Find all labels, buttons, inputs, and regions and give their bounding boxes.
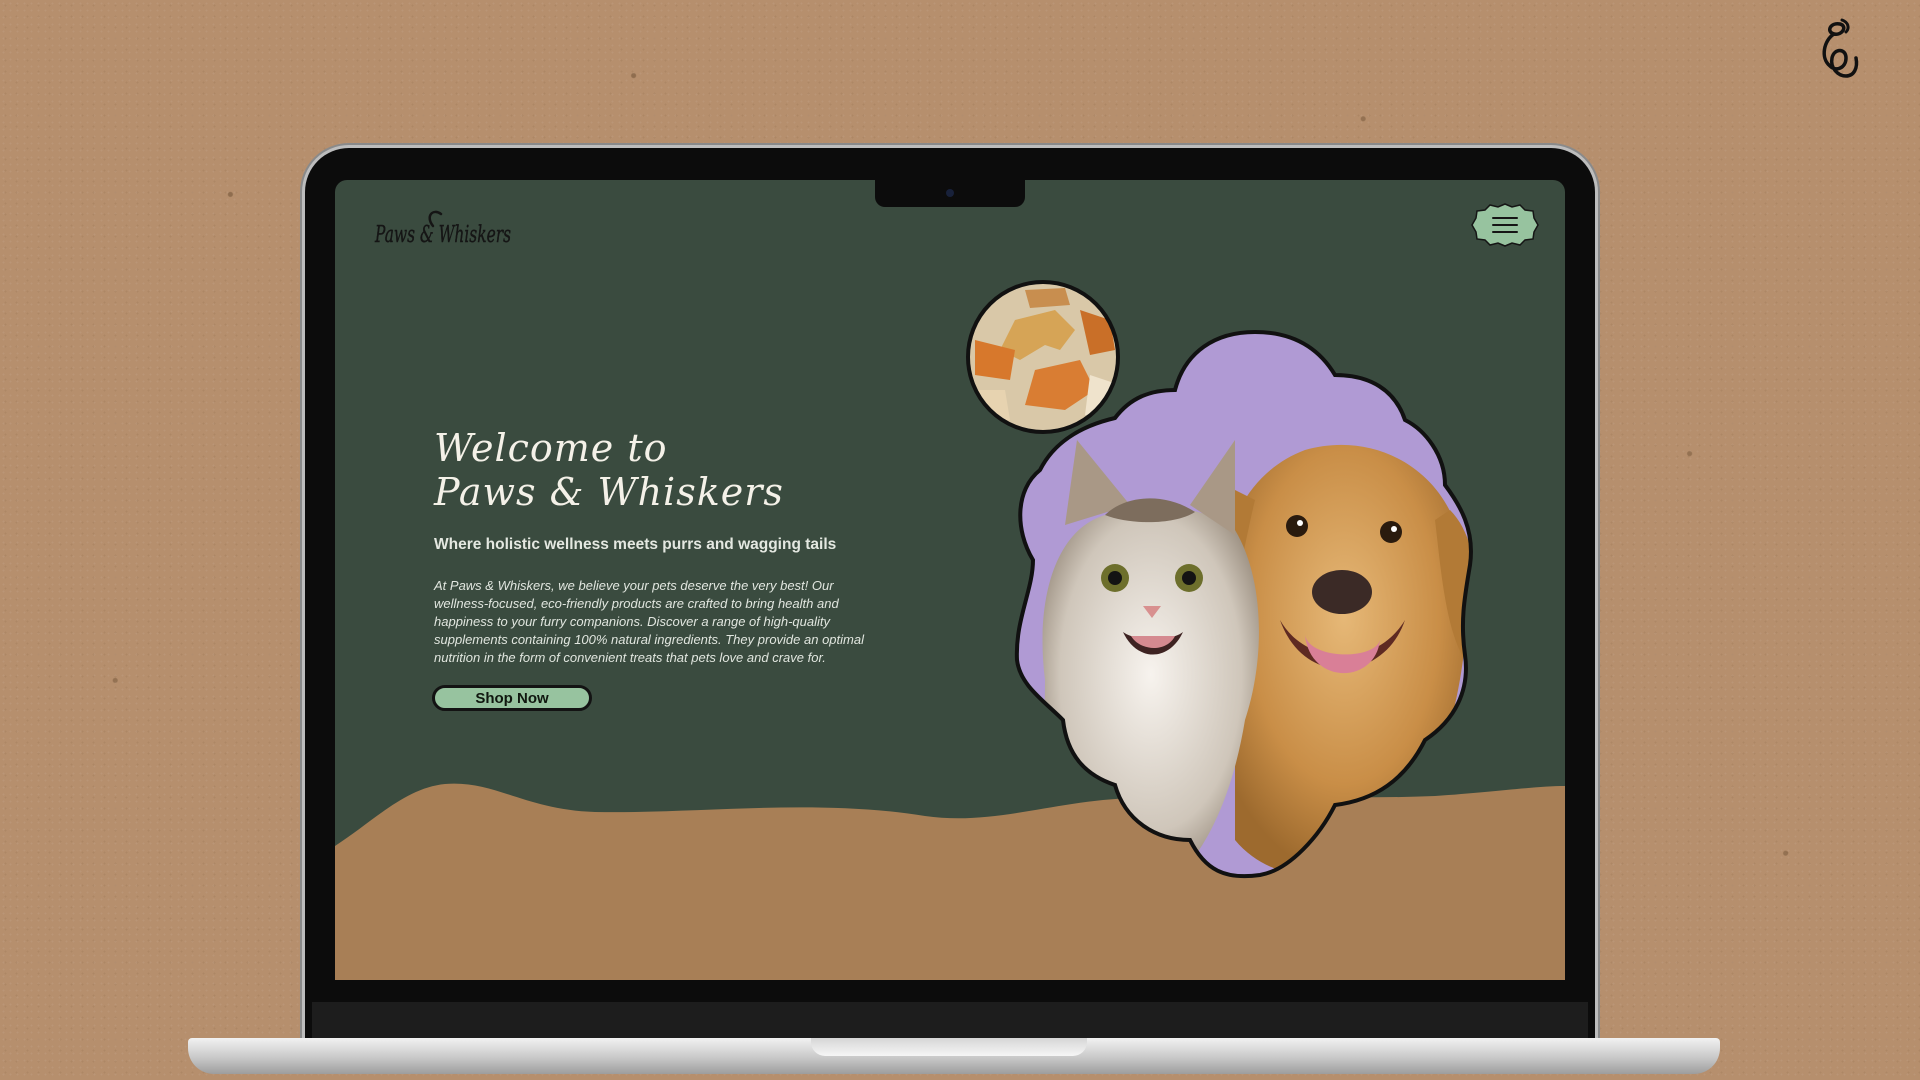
hero-subtitle: Where holistic wellness meets purrs and … — [434, 536, 837, 553]
brand-logo-text: Paws & Whiskers — [374, 222, 511, 248]
hero-illustration — [966, 280, 1473, 879]
website-screen: Paws & Whiskers Welcome to Paws & Whiske… — [335, 180, 1565, 980]
hamburger-menu-icon — [1471, 203, 1539, 247]
camera-notch — [875, 180, 1025, 207]
laptop-base — [188, 1038, 1720, 1074]
laptop-bezel-chin — [312, 1002, 1588, 1038]
hero-title: Welcome to Paws & Whiskers — [434, 426, 784, 514]
laptop-opening-groove — [811, 1038, 1087, 1056]
shop-now-button[interactable]: Shop Now — [432, 685, 592, 711]
camera-icon — [946, 189, 954, 197]
hero-title-line1: Welcome to — [434, 426, 668, 470]
designer-logo-icon — [1822, 18, 1859, 78]
brand-logo[interactable]: Paws & Whiskers — [373, 202, 513, 260]
menu-button[interactable] — [1471, 202, 1539, 248]
hero-description: At Paws & Whiskers, we believe your pets… — [434, 578, 864, 665]
hero-title-line2: Paws & Whiskers — [434, 470, 784, 514]
